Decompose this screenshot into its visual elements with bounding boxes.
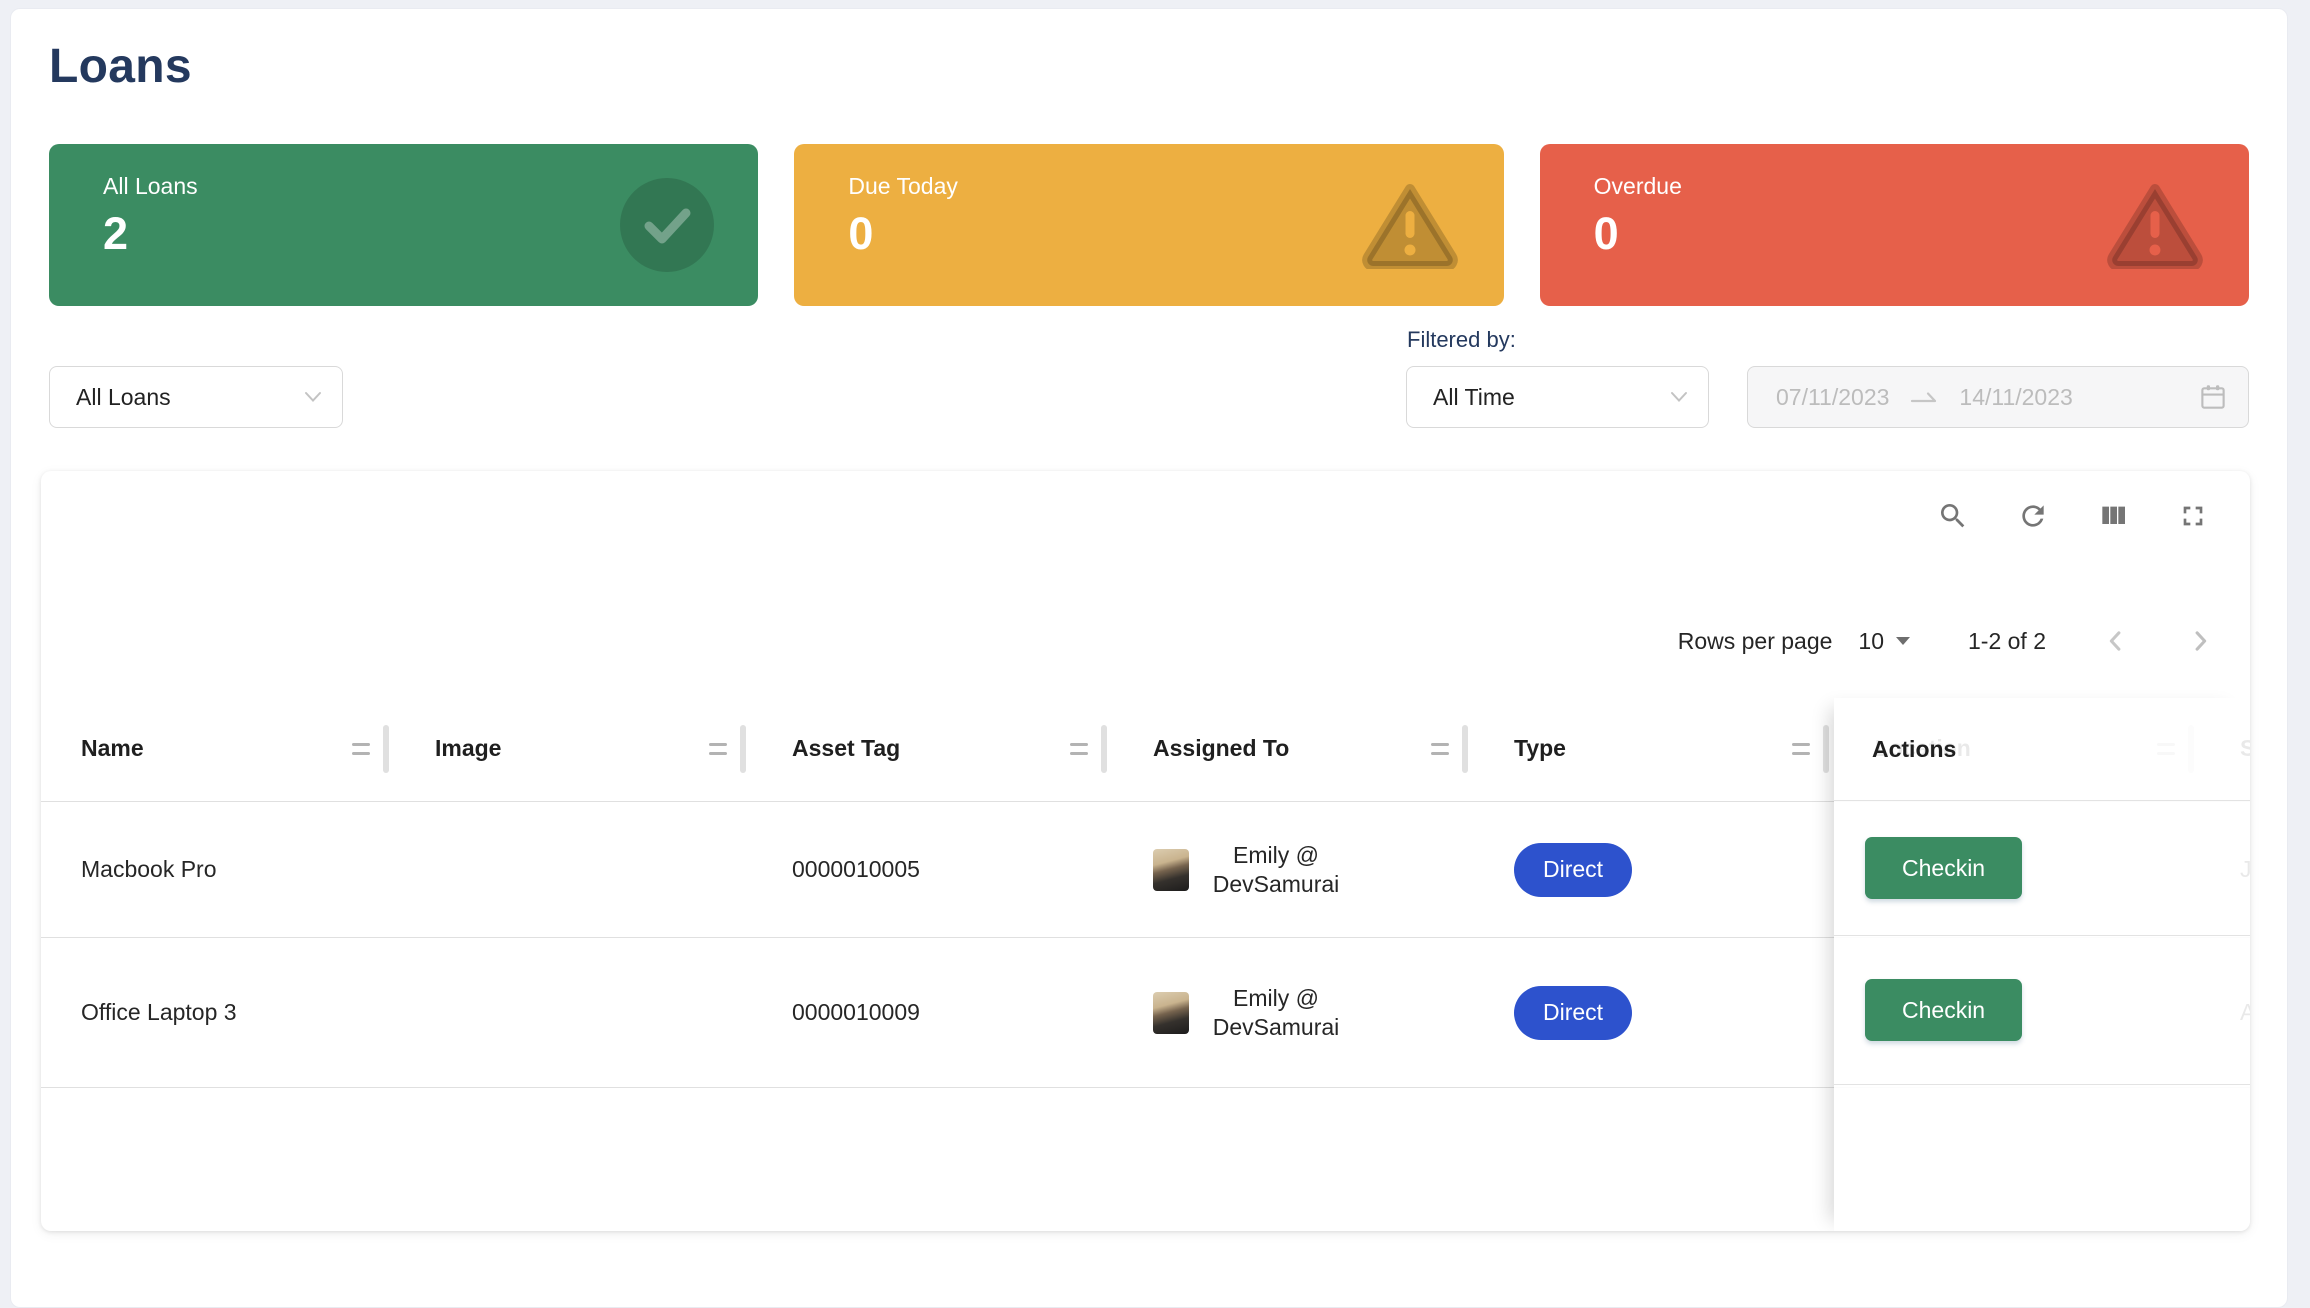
- table-panel: Rows per page 10 1-2 of 2 Name Ima: [41, 471, 2250, 1231]
- column-header-assigned-to[interactable]: Assigned To: [1107, 696, 1468, 801]
- actions-cell: Checkin: [1834, 936, 2250, 1085]
- checkin-button[interactable]: Checkin: [1865, 837, 2022, 899]
- cell-image: [389, 938, 746, 1087]
- warning-triangle-icon: [2105, 181, 2205, 269]
- assignee-name: Emily @ DevSamurai: [1197, 841, 1355, 899]
- stat-label: All Loans: [103, 173, 198, 200]
- type-badge: Direct: [1514, 843, 1632, 897]
- warning-triangle-icon: [1360, 181, 1460, 269]
- rows-per-page-value: 10: [1858, 628, 1884, 655]
- caret-down-icon: [1896, 637, 1910, 645]
- actions-cell: Checkin: [1834, 801, 2250, 936]
- cell-assigned-to: Emily @ DevSamurai: [1107, 802, 1468, 937]
- cell-name: Macbook Pro: [41, 802, 389, 937]
- loan-filter-value: All Loans: [76, 384, 171, 411]
- cell-asset-tag: 0000010009: [746, 938, 1107, 1087]
- cell-type: Direct: [1468, 802, 1829, 937]
- column-header-actions: Actions: [1834, 698, 2250, 801]
- loan-filter-select[interactable]: All Loans: [49, 366, 343, 428]
- table-toolbar: [1936, 499, 2210, 533]
- columns-icon[interactable]: [2096, 499, 2130, 533]
- stat-value: 0: [1594, 208, 1619, 260]
- search-icon[interactable]: [1936, 499, 1970, 533]
- time-filter-select[interactable]: All Time: [1406, 366, 1709, 428]
- calendar-icon: [2198, 382, 2228, 412]
- rows-per-page-label: Rows per page: [1678, 628, 1833, 655]
- stat-value: 0: [848, 208, 873, 260]
- stat-card-overdue[interactable]: Overdue 0: [1540, 144, 2249, 306]
- arrow-right-icon: [1909, 387, 1939, 407]
- column-resize-handle[interactable]: [709, 743, 727, 755]
- column-resize-handle[interactable]: [1070, 743, 1088, 755]
- fullscreen-icon[interactable]: [2176, 499, 2210, 533]
- pinned-actions-column: Actions Checkin Checkin: [1834, 698, 2250, 1231]
- column-header-asset-tag[interactable]: Asset Tag: [746, 696, 1107, 801]
- cell-asset-tag: 0000010005: [746, 802, 1107, 937]
- check-circle-icon: [620, 178, 714, 272]
- column-header-name[interactable]: Name: [41, 696, 389, 801]
- cell-image: [389, 802, 746, 937]
- refresh-icon[interactable]: [2016, 499, 2050, 533]
- cell-name: Office Laptop 3: [41, 938, 389, 1087]
- next-page-button[interactable]: [2186, 627, 2214, 655]
- stat-value: 2: [103, 208, 128, 260]
- pagination-bar: Rows per page 10 1-2 of 2: [1678, 609, 2214, 673]
- date-range-end: 14/11/2023: [1959, 384, 2072, 411]
- cell-assigned-to: Emily @ DevSamurai: [1107, 938, 1468, 1087]
- time-filter-value: All Time: [1433, 384, 1515, 411]
- date-range-start: 07/11/2023: [1776, 384, 1889, 411]
- filtered-by-label: Filtered by:: [1407, 327, 1516, 353]
- chevron-down-icon: [1670, 391, 1688, 403]
- assignee-name: Emily @ DevSamurai: [1197, 984, 1355, 1042]
- assignee-avatar: [1153, 992, 1189, 1034]
- rows-per-page-select[interactable]: 10: [1858, 628, 1910, 655]
- checkin-button[interactable]: Checkin: [1865, 979, 2022, 1041]
- column-header-type[interactable]: Type: [1468, 696, 1829, 801]
- stats-row: All Loans 2 Due Today 0 Overdue: [49, 144, 2249, 306]
- stat-card-due-today[interactable]: Due Today 0: [794, 144, 1503, 306]
- stat-label: Due Today: [848, 173, 958, 200]
- main-content-card: Loans All Loans 2 Due Today 0: [10, 8, 2288, 1308]
- cell-type: Direct: [1468, 938, 1829, 1087]
- date-range-input[interactable]: 07/11/2023 14/11/2023: [1747, 366, 2249, 428]
- previous-page-button[interactable]: [2102, 627, 2130, 655]
- assignee-avatar: [1153, 849, 1189, 891]
- page-title: Loans: [49, 39, 192, 94]
- column-resize-handle[interactable]: [1431, 743, 1449, 755]
- stat-card-all-loans[interactable]: All Loans 2: [49, 144, 758, 306]
- pagination-range-label: 1-2 of 2: [1968, 628, 2046, 655]
- column-resize-handle[interactable]: [352, 743, 370, 755]
- chevron-down-icon: [304, 391, 322, 403]
- stat-label: Overdue: [1594, 173, 1682, 200]
- column-header-image[interactable]: Image: [389, 696, 746, 801]
- type-badge: Direct: [1514, 986, 1632, 1040]
- column-resize-handle[interactable]: [1792, 743, 1810, 755]
